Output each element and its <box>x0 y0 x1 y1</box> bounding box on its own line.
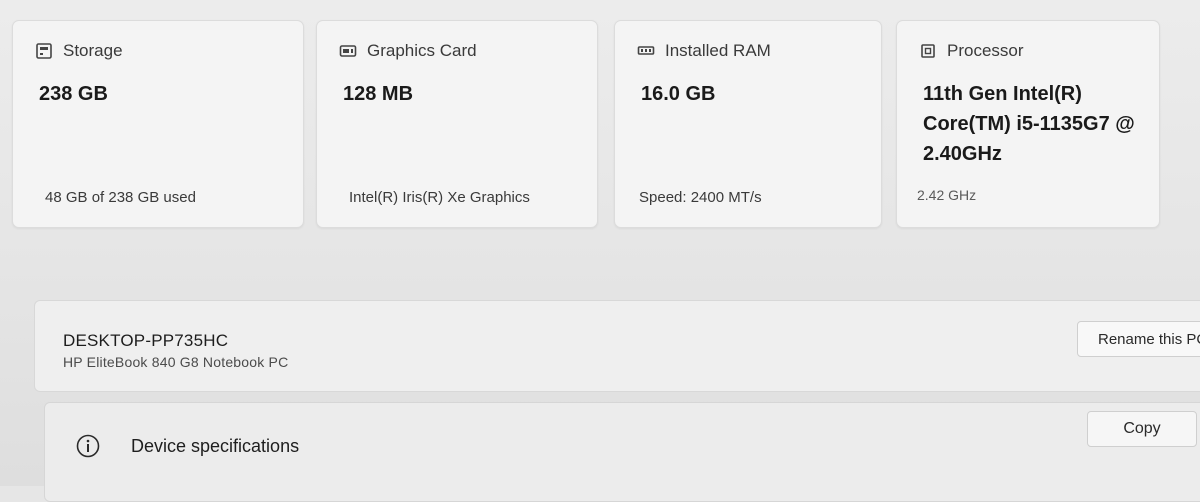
processor-value: 11th Gen Intel(R) Core(TM) i5-1135G7 @ 2… <box>923 83 1135 165</box>
storage-card[interactable]: Storage 238 GB 48 GB of 238 GB used <box>12 20 304 228</box>
device-specifications-title: Device specifications <box>131 436 300 456</box>
ram-label: Installed RAM <box>665 41 771 60</box>
storage-icon <box>36 43 52 59</box>
processor-label: Processor <box>947 41 1024 60</box>
processor-card[interactable]: Processor 11th Gen Intel(R) Core(TM) i5-… <box>896 20 1160 228</box>
device-specifications-row[interactable]: Device specifications Copy <box>44 402 1200 502</box>
processor-clock-speed: 2.42 GHz <box>917 187 977 203</box>
ram-speed: Speed: 2400 MT/s <box>639 189 762 206</box>
ram-card[interactable]: Installed RAM 16.0 GB Speed: 2400 MT/s <box>614 20 882 228</box>
graphics-card-model: Intel(R) Iris(R) Xe Graphics <box>349 189 530 206</box>
graphics-card-label: Graphics Card <box>367 41 477 60</box>
graphics-card-value: 128 MB <box>343 83 414 105</box>
graphics-card-header: Graphics Card <box>339 41 477 61</box>
device-model: HP EliteBook 840 G8 Notebook PC <box>63 354 289 370</box>
info-icon <box>76 434 100 458</box>
processor-card-header: Processor <box>919 41 1024 61</box>
storage-value: 238 GB <box>39 83 108 105</box>
graphics-card-card[interactable]: Graphics Card 128 MB Intel(R) Iris(R) Xe… <box>316 20 598 228</box>
device-name: DESKTOP-PP735HC <box>63 331 229 350</box>
storage-usage: 48 GB of 238 GB used <box>45 189 196 206</box>
ram-card-header: Installed RAM <box>637 41 771 61</box>
system-about-page: Storage 238 GB 48 GB of 238 GB used Grap… <box>0 0 1200 502</box>
ram-icon <box>637 46 655 55</box>
storage-label: Storage <box>63 41 123 60</box>
storage-card-header: Storage <box>35 41 123 61</box>
rename-pc-button[interactable]: Rename this PC <box>1077 321 1200 357</box>
processor-icon <box>921 44 935 58</box>
device-name-row: DESKTOP-PP735HC HP EliteBook 840 G8 Note… <box>34 300 1200 392</box>
graphics-card-icon <box>339 45 357 57</box>
copy-button[interactable]: Copy <box>1087 411 1197 447</box>
ram-value: 16.0 GB <box>641 83 716 105</box>
